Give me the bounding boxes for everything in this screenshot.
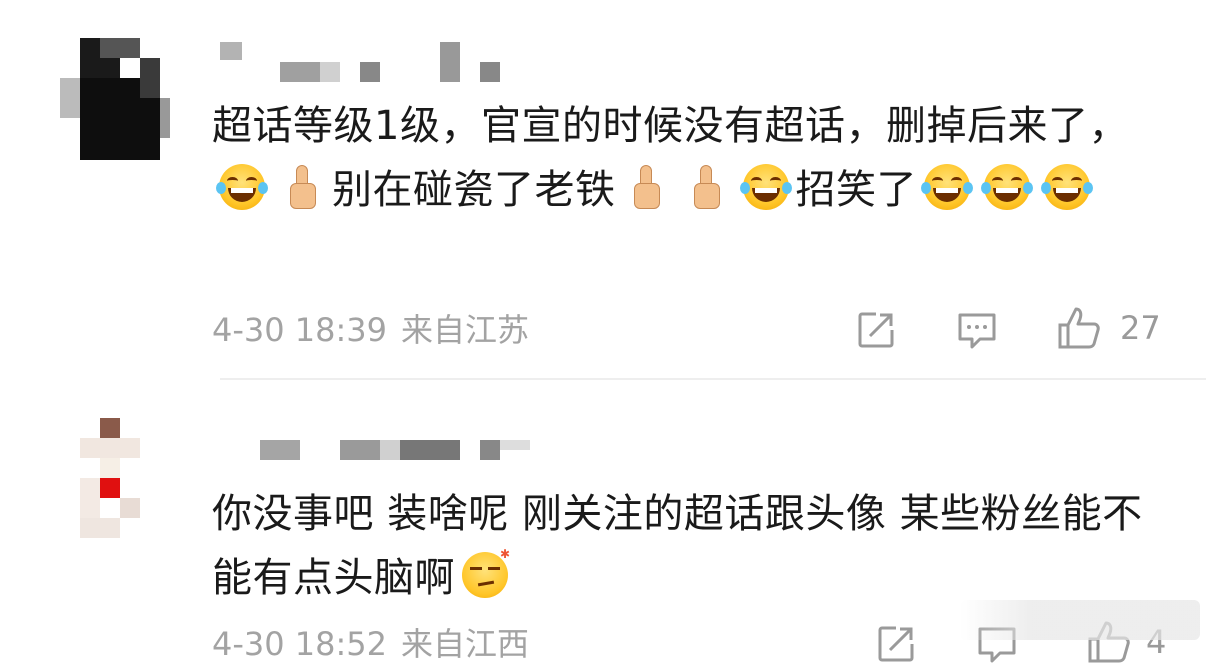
laughing-tears-icon bbox=[216, 163, 268, 211]
username-pixelated[interactable] bbox=[260, 440, 560, 468]
share-button[interactable] bbox=[856, 308, 896, 352]
share-icon bbox=[858, 312, 894, 348]
comment-text: 你没事吧 装啥呢 刚关注的超话跟头像 某些粉丝能不能有点头脑啊 ✱ bbox=[212, 482, 1162, 610]
comment-meta: 4-30 18:39 来自江苏 bbox=[212, 308, 543, 352]
comment-divider bbox=[220, 378, 1206, 380]
comment-text-part: 别在碰瓷了老铁 bbox=[332, 167, 616, 213]
watermark bbox=[960, 600, 1200, 640]
laughing-tears-icon bbox=[1041, 163, 1093, 211]
laughing-tears-icon bbox=[981, 163, 1033, 211]
share-button[interactable] bbox=[876, 622, 916, 666]
like-button[interactable]: 27 bbox=[1056, 306, 1161, 350]
comment-text-part: 超话等级1级，官宣的时候没有超话，删掉后来了， bbox=[212, 103, 1129, 149]
comment-date: 4-30 18:39 bbox=[212, 311, 388, 349]
thumbs-up-icon bbox=[276, 163, 328, 211]
like-count: 27 bbox=[1120, 309, 1161, 347]
comment-meta: 4-30 18:52 来自江西 bbox=[212, 622, 543, 666]
laughing-tears-icon bbox=[739, 163, 792, 211]
username-pixelated[interactable] bbox=[220, 42, 520, 82]
comment-text-part: 招笑了 bbox=[795, 167, 917, 213]
avatar[interactable] bbox=[60, 38, 170, 160]
comment-button[interactable] bbox=[956, 308, 998, 352]
comment-text: 超话等级1级，官宣的时候没有超话，删掉后来了， 别在碰瓷了老铁 招笑了 bbox=[212, 94, 1162, 222]
comment-location: 来自江苏 bbox=[401, 311, 530, 349]
comment-date: 4-30 18:52 bbox=[212, 625, 388, 663]
thumbs-up-icon bbox=[680, 163, 732, 211]
smirk-icon: ✱ bbox=[459, 548, 511, 599]
comment-icon bbox=[958, 313, 996, 349]
laughing-tears-icon bbox=[921, 163, 973, 211]
share-icon bbox=[878, 626, 914, 662]
comment-text-part: 你没事吧 装啥呢 刚关注的超话跟头像 某些粉丝能不能有点头脑啊 bbox=[212, 491, 1143, 601]
comment-location: 来自江西 bbox=[401, 625, 530, 663]
avatar[interactable] bbox=[60, 418, 170, 538]
thumbs-up-icon bbox=[1058, 307, 1100, 349]
thumbs-up-icon bbox=[620, 163, 672, 211]
